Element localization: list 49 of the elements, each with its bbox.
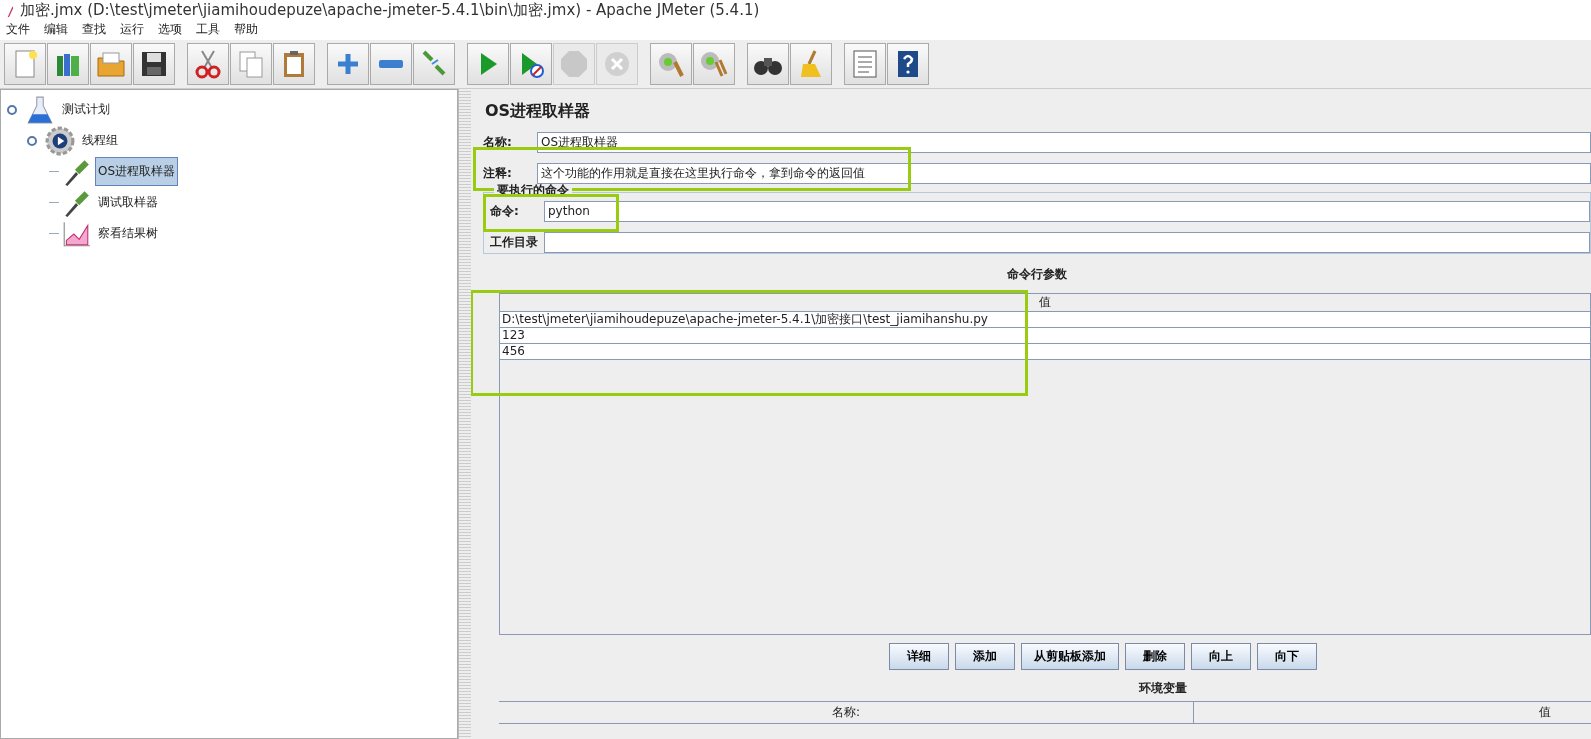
menu-item[interactable]: 工具 [196, 20, 220, 38]
field-label: 注释: [483, 165, 513, 182]
action-button[interactable]: 删除 [1125, 643, 1185, 670]
column-header[interactable]: 名称: [499, 702, 1194, 723]
tree-item[interactable]: 调试取样器 [95, 188, 161, 217]
action-button[interactable]: 向上 [1191, 643, 1251, 670]
input-field[interactable]: OS进程取样器 [537, 132, 1591, 153]
action-button[interactable]: 详细 [889, 643, 949, 670]
section-title: 命令行参数 [1006, 266, 1068, 283]
feather-icon [6, 6, 14, 18]
menu-item[interactable]: 查找 [82, 20, 106, 38]
toolbar-button[interactable] [887, 43, 929, 85]
input-field[interactable]: 这个功能的作用就是直接在这里执行命令，拿到命令的返回值 [537, 163, 1591, 184]
tree-item[interactable]: 察看结果树 [95, 219, 161, 248]
input-field[interactable] [544, 232, 1590, 253]
gear-icon [45, 125, 75, 156]
tree-item[interactable]: 线程组 [79, 126, 121, 155]
input-field[interactable]: python [544, 201, 1590, 222]
toolbar-button[interactable] [510, 43, 552, 85]
table-cell[interactable]: 123 [500, 328, 1590, 344]
tree-handle-icon[interactable] [7, 104, 17, 115]
field-label: 工作目录 [490, 234, 538, 251]
flask-icon [25, 94, 55, 125]
section-title: 环境变量 [1137, 680, 1188, 697]
menu-item[interactable]: 文件 [6, 20, 30, 38]
column-header[interactable]: 值 [1194, 702, 1591, 723]
toolbar-button[interactable] [133, 43, 175, 85]
action-button[interactable]: 添加 [955, 643, 1015, 670]
tree-handle-icon[interactable] [27, 135, 37, 146]
toolbar-button[interactable] [747, 43, 789, 85]
window-title: 加密.jmx (D:\test\jmeter\jiamihoudepuze\apache-jmeter-5.4.1\bin\加密.jmx) - Apache JMeter (5.4.1) [20, 3, 760, 18]
menu-item[interactable]: 编辑 [44, 20, 68, 38]
stop-icon [558, 48, 590, 80]
column-header[interactable]: 值 [500, 294, 1590, 311]
action-button[interactable]: 从剪贴板添加 [1021, 643, 1119, 670]
table-cell[interactable]: D:\test\jmeter\jiamihoudepuze\apache-jmeter-5.4.1\加密接口\test_jiamihanshu.py [500, 312, 1590, 328]
field-label: 名称: [483, 134, 513, 151]
menu-item[interactable]: 运行 [120, 20, 144, 38]
panel-title: OS进程取样器 [485, 101, 592, 122]
toolbar-button[interactable] [187, 43, 229, 85]
table-cell[interactable]: 456 [500, 344, 1590, 360]
field-label: 命令: [490, 203, 520, 220]
tree-item[interactable]: OS进程取样器 [95, 157, 179, 186]
tree-item[interactable]: 测试计划 [59, 95, 113, 124]
menu-item[interactable]: 选项 [158, 20, 182, 38]
splitter-handle[interactable] [458, 89, 471, 739]
menu-item[interactable]: 帮助 [234, 20, 258, 38]
minus-icon [379, 60, 403, 68]
action-button[interactable]: 向下 [1257, 643, 1317, 670]
